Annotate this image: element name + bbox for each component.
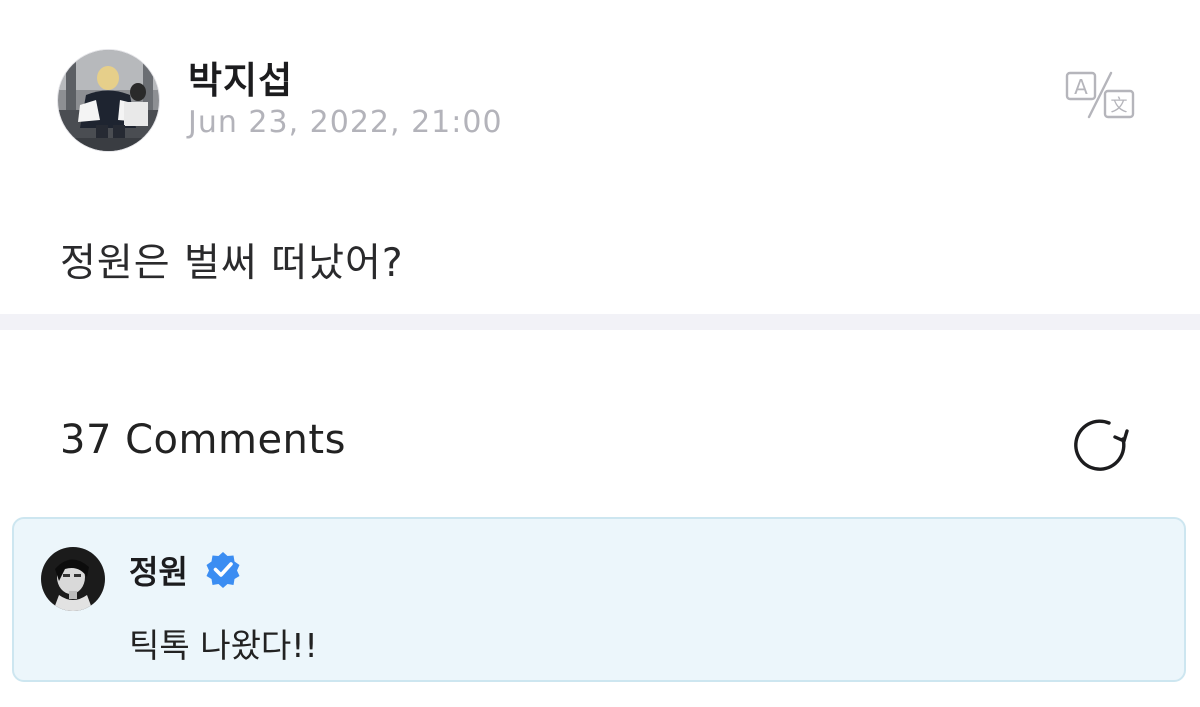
- highlighted-comment[interactable]: 정원 틱톡 나왔다!!: [12, 517, 1186, 682]
- verified-badge-icon: [204, 550, 242, 588]
- svg-text:文: 文: [1111, 96, 1128, 116]
- comment-text: 틱톡 나왔다!!: [129, 626, 318, 665]
- commenter-avatar-image: [41, 547, 105, 611]
- translate-icon: A 文: [1065, 71, 1135, 119]
- author-avatar[interactable]: [57, 49, 160, 152]
- commenter-avatar[interactable]: [41, 547, 105, 611]
- commenter-name[interactable]: 정원: [129, 547, 188, 593]
- refresh-comments-button[interactable]: [1071, 415, 1131, 475]
- author-avatar-image: [58, 50, 159, 151]
- post-body-text: 정원은 벌써 떠났어?: [60, 241, 404, 286]
- author-name[interactable]: 박지섭: [188, 50, 293, 104]
- refresh-icon: [1074, 419, 1129, 471]
- svg-text:A: A: [1074, 75, 1088, 99]
- section-divider: [0, 314, 1200, 330]
- post-header: 박지섭 Jun 23, 2022, 21:00 A 文: [57, 49, 1143, 153]
- translate-button[interactable]: A 文: [1065, 69, 1137, 123]
- comments-count-label: 37 Comments: [60, 417, 346, 463]
- post-date: Jun 23, 2022, 21:00: [188, 105, 503, 140]
